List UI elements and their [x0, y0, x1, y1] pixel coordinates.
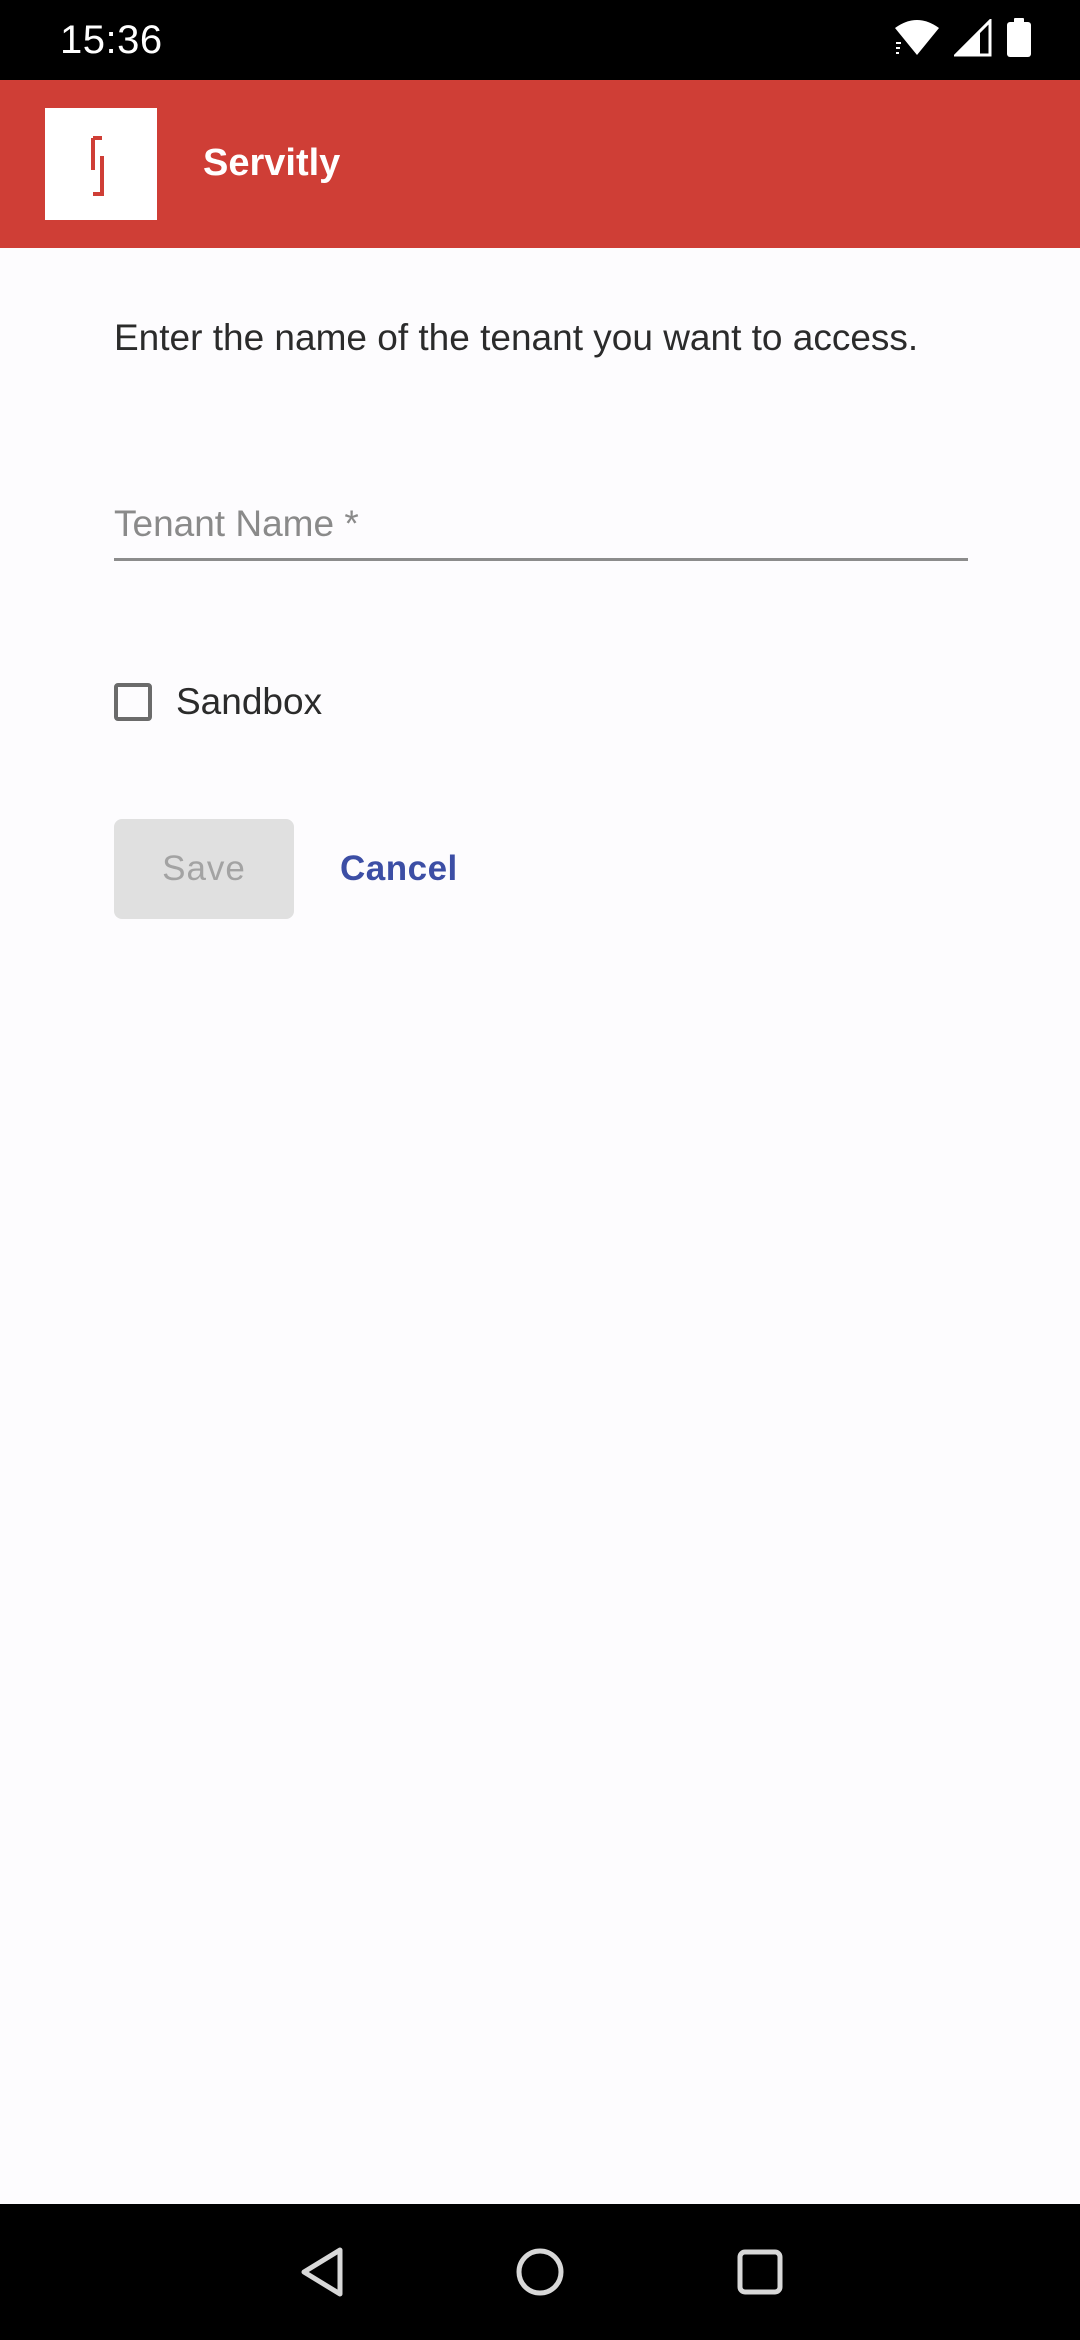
cellular-signal-icon — [952, 16, 992, 62]
navigation-bar — [0, 2204, 1080, 2340]
battery-icon — [1006, 17, 1032, 63]
save-button[interactable]: Save — [114, 819, 294, 919]
status-icons — [894, 16, 1032, 63]
tenant-name-field — [114, 490, 968, 562]
sandbox-checkbox-row[interactable]: Sandbox — [114, 672, 322, 732]
home-circle-icon[interactable] — [510, 2242, 570, 2302]
cancel-button[interactable]: Cancel — [320, 819, 478, 919]
back-triangle-icon[interactable] — [294, 2242, 354, 2302]
recents-square-icon[interactable] — [730, 2242, 790, 2302]
sandbox-checkbox[interactable] — [114, 683, 152, 721]
status-time: 15:36 — [60, 18, 163, 62]
app-title: Servitly — [203, 142, 341, 184]
tenant-name-input[interactable] — [114, 490, 968, 561]
app-bar: Servitly — [0, 80, 1080, 248]
servitly-logo — [45, 108, 157, 220]
instruction-text: Enter the name of the tenant you want to… — [114, 317, 919, 358]
sandbox-label: Sandbox — [176, 681, 323, 722]
wifi-icon — [894, 19, 940, 62]
tenant-login-screen: 15:36 Servitly Enter the name of the ten… — [0, 0, 1080, 2340]
status-bar: 15:36 — [0, 0, 1080, 80]
